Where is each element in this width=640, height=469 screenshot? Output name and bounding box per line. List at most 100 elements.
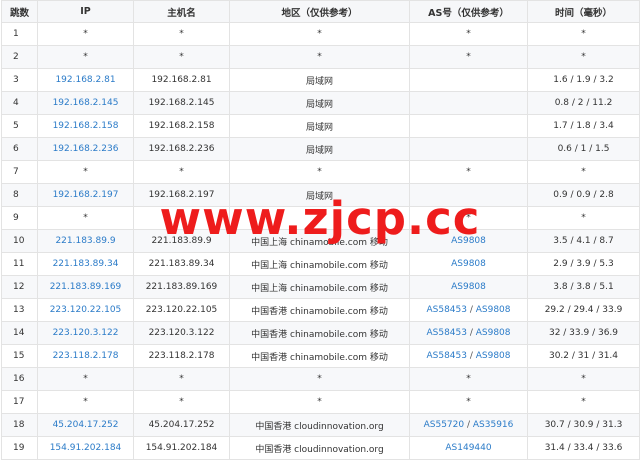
hop-cell: 1 [1, 22, 38, 46]
as-cell: * [409, 206, 528, 230]
ip-link[interactable]: 223.120.3.122 [53, 328, 119, 338]
hostname-cell: 223.118.2.178 [133, 344, 230, 368]
as-link[interactable]: AS55720 [424, 420, 465, 430]
as-text: * [466, 167, 471, 177]
hostname-cell: * [133, 160, 230, 184]
time-cell: 30.7 / 30.9 / 31.3 [527, 413, 640, 437]
header-time: 时间（毫秒） [527, 0, 640, 23]
as-link[interactable]: AS9808 [476, 305, 511, 315]
as-link[interactable]: AS9808 [451, 259, 486, 269]
as-separator: / [464, 420, 473, 430]
region-cell: 中国香港 chinamobile.com 移动 [229, 344, 410, 368]
as-link[interactable]: AS58453 [426, 328, 467, 338]
ip-link[interactable]: 223.118.2.178 [53, 351, 119, 361]
ip-link[interactable]: 221.183.89.34 [53, 259, 119, 269]
as-cell: AS9808 [409, 275, 528, 299]
table-header-row: 跳数 IP 主机名 地区（仅供参考） AS号（仅供参考） 时间（毫秒） [1, 0, 640, 23]
hostname-cell: 223.120.3.122 [133, 321, 230, 345]
ip-cell: 192.168.2.145 [37, 91, 134, 115]
hop-cell: 3 [1, 68, 38, 92]
ip-link[interactable]: 223.120.22.105 [50, 305, 122, 315]
as-link[interactable]: AS9808 [451, 282, 486, 292]
time-cell: * [527, 206, 640, 230]
hostname-cell: 154.91.202.184 [133, 436, 230, 460]
hop-cell: 9 [1, 206, 38, 230]
ip-cell: 221.183.89.9 [37, 229, 134, 253]
time-cell: * [527, 390, 640, 414]
as-cell: AS149440 [409, 436, 528, 460]
table-row: 15 223.118.2.178 223.118.2.178 中国香港 chinamo… [1, 344, 640, 368]
as-text: * [466, 29, 471, 39]
hop-cell: 15 [1, 344, 38, 368]
region-cell: 局域网 [229, 91, 410, 115]
ip-cell: * [37, 367, 134, 391]
as-cell: AS55720 / AS35916 [409, 413, 528, 437]
ip-link[interactable]: 221.183.89.169 [50, 282, 122, 292]
table-row: 17 * * * * * [1, 390, 640, 414]
table-row: 6 192.168.2.236 192.168.2.236 局域网 0.6 / 1 / … [1, 137, 640, 161]
time-cell: * [527, 160, 640, 184]
table-row: 1 * * * * * [1, 22, 640, 46]
time-cell: 31.4 / 33.4 / 33.6 [527, 436, 640, 460]
hop-cell: 11 [1, 252, 38, 276]
ip-link[interactable]: 192.168.2.145 [53, 98, 119, 108]
time-cell: 2.9 / 3.9 / 5.3 [527, 252, 640, 276]
ip-link[interactable]: 154.91.202.184 [50, 443, 122, 453]
time-cell: * [527, 367, 640, 391]
as-link[interactable]: AS149440 [445, 443, 491, 453]
as-link[interactable]: AS35916 [473, 420, 514, 430]
as-cell [409, 114, 528, 138]
region-cell: 局域网 [229, 114, 410, 138]
time-cell: 1.7 / 1.8 / 3.4 [527, 114, 640, 138]
ip-cell: * [37, 45, 134, 69]
ip-cell: * [37, 160, 134, 184]
hop-cell: 14 [1, 321, 38, 345]
as-text: * [466, 52, 471, 62]
ip-link[interactable]: 192.168.2.197 [53, 190, 119, 200]
hop-cell: 10 [1, 229, 38, 253]
hop-cell: 19 [1, 436, 38, 460]
as-cell: AS58453 / AS9808 [409, 298, 528, 322]
ip-cell: 223.118.2.178 [37, 344, 134, 368]
region-cell: 中国上海 chinamobile.com 移动 [229, 229, 410, 253]
time-cell: 29.2 / 29.4 / 33.9 [527, 298, 640, 322]
as-link[interactable]: AS9808 [476, 351, 511, 361]
table-row: 4 192.168.2.145 192.168.2.145 局域网 0.8 / 2 / … [1, 91, 640, 115]
as-link[interactable]: AS9808 [476, 328, 511, 338]
table-row: 8 192.168.2.197 192.168.2.197 局域网 0.9 / 0.9 … [1, 183, 640, 207]
table-row: 18 45.204.17.252 45.204.17.252 中国香港 cloudin… [1, 413, 640, 437]
region-cell: 中国香港 chinamobile.com 移动 [229, 298, 410, 322]
hostname-cell: 192.168.2.158 [133, 114, 230, 138]
time-cell: 3.8 / 3.8 / 5.1 [527, 275, 640, 299]
as-cell: * [409, 367, 528, 391]
hostname-cell: 221.183.89.169 [133, 275, 230, 299]
header-ip: IP [37, 0, 134, 23]
ip-cell: 221.183.89.34 [37, 252, 134, 276]
time-cell: * [527, 22, 640, 46]
as-link[interactable]: AS9808 [451, 236, 486, 246]
table-row: 12 221.183.89.169 221.183.89.169 中国上海 china… [1, 275, 640, 299]
table-row: 13 223.120.22.105 223.120.22.105 中国香港 china… [1, 298, 640, 322]
ip-cell: 223.120.3.122 [37, 321, 134, 345]
table-row: 14 223.120.3.122 223.120.3.122 中国香港 chinamo… [1, 321, 640, 345]
table-row: 7 * * * * * [1, 160, 640, 184]
hostname-cell: 192.168.2.197 [133, 183, 230, 207]
ip-cell: 221.183.89.169 [37, 275, 134, 299]
as-link[interactable]: AS58453 [426, 305, 467, 315]
region-cell: * [229, 22, 410, 46]
ip-link[interactable]: 45.204.17.252 [53, 420, 119, 430]
hostname-cell: * [133, 367, 230, 391]
ip-link[interactable]: 192.168.2.236 [53, 144, 119, 154]
ip-link[interactable]: 192.168.2.81 [55, 75, 115, 85]
as-cell [409, 91, 528, 115]
as-text: * [466, 374, 471, 384]
ip-link[interactable]: 192.168.2.158 [53, 121, 119, 131]
as-cell: AS9808 [409, 229, 528, 253]
hop-cell: 6 [1, 137, 38, 161]
ip-link[interactable]: 221.183.89.9 [55, 236, 115, 246]
as-link[interactable]: AS58453 [426, 351, 467, 361]
time-cell: 1.6 / 1.9 / 3.2 [527, 68, 640, 92]
ip-cell: 45.204.17.252 [37, 413, 134, 437]
hostname-cell: * [133, 206, 230, 230]
as-cell [409, 68, 528, 92]
